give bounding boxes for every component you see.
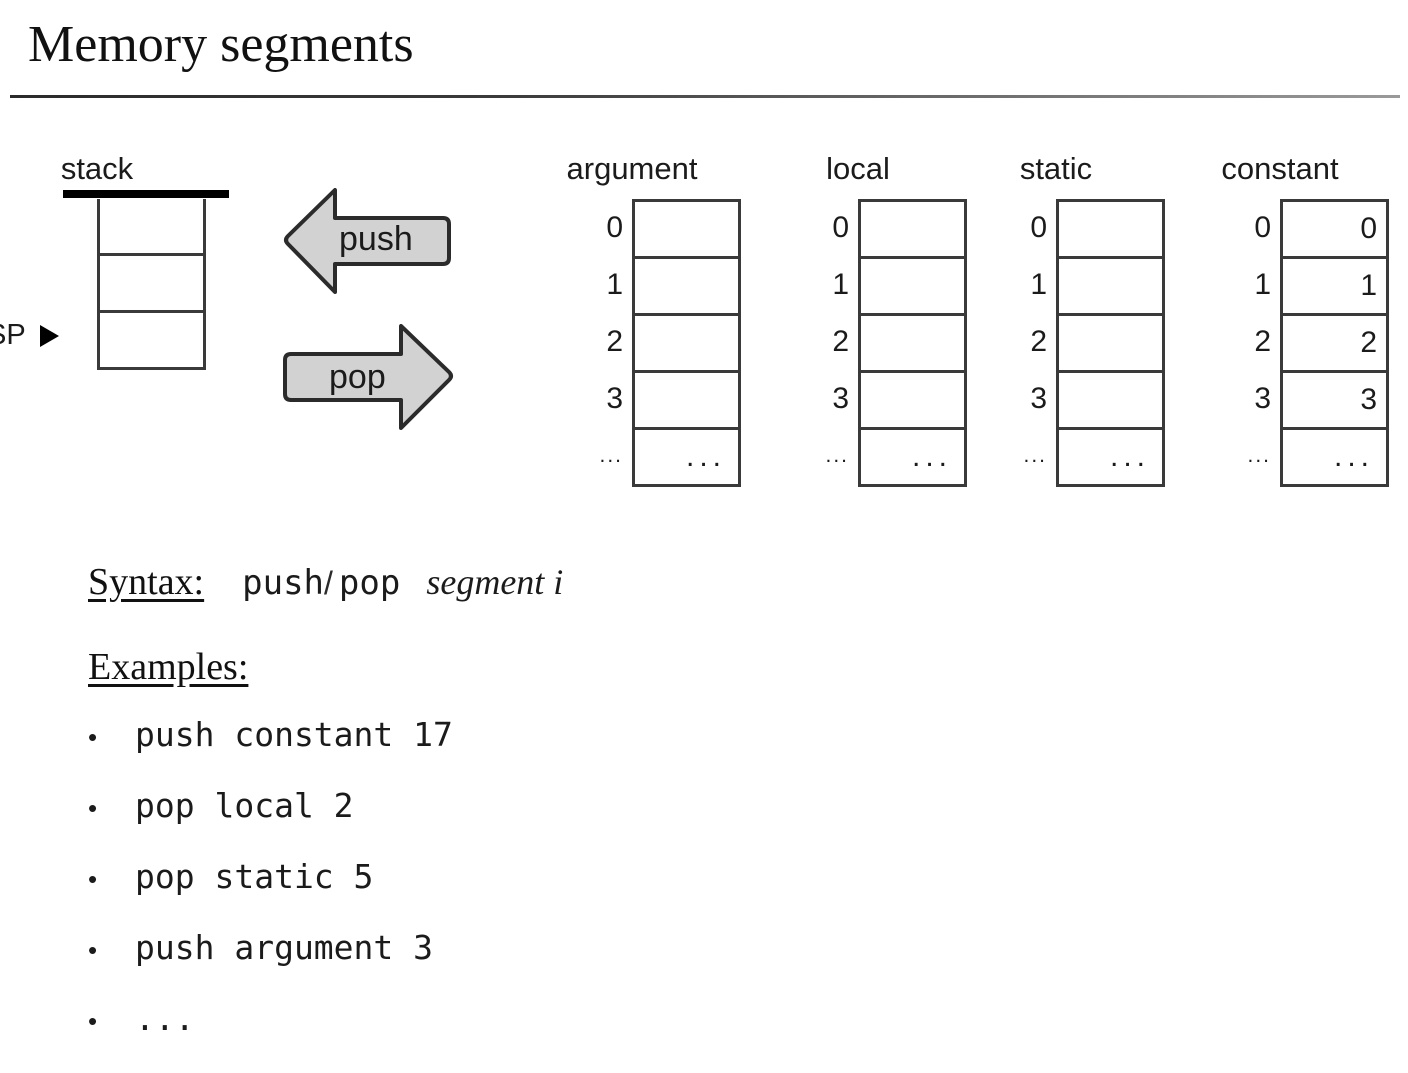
- bullet-icon: •: [88, 864, 98, 894]
- example-code: pop local 2: [135, 786, 354, 825]
- segment-cell: [635, 373, 738, 430]
- example-code: pop static 5: [135, 857, 374, 896]
- pop-arrow-shape: pop: [281, 324, 455, 432]
- title-divider: [10, 95, 1400, 98]
- syntax-label: Syntax:: [88, 561, 205, 603]
- list-item: • push constant 17: [88, 718, 453, 789]
- index-label: ...: [1023, 444, 1047, 467]
- page-title: Memory segments: [28, 16, 414, 73]
- right-triangle-arrow-icon: [39, 324, 59, 347]
- index-label: 2: [832, 324, 849, 358]
- index-label: 3: [1030, 381, 1047, 415]
- cell-value: ...: [1333, 440, 1374, 473]
- index-label: 2: [606, 324, 623, 358]
- syntax-line: Syntax: push / pop segment i: [88, 560, 563, 604]
- index-label: 0: [1030, 210, 1047, 244]
- stack-label: stack: [60, 151, 134, 186]
- segment-argument-cells: ...: [632, 199, 741, 487]
- index-label: 1: [1030, 267, 1047, 301]
- stack-cell: [100, 313, 203, 367]
- segment-cell: [1059, 373, 1162, 430]
- index-label: 1: [832, 267, 849, 301]
- cell-value: ...: [911, 440, 952, 473]
- push-arrow-label: push: [339, 220, 413, 258]
- stack-cells: [97, 199, 206, 370]
- segment-cell: ...: [635, 430, 738, 484]
- index-label: 0: [832, 210, 849, 244]
- segment-static-indices: 0 1 2 3 ...: [1009, 199, 1047, 488]
- cell-value: 1: [1360, 269, 1377, 302]
- syntax-separator: /: [324, 565, 333, 601]
- segment-constant-indices: 0 1 2 3 ...: [1233, 199, 1271, 488]
- list-item: • ...: [88, 1002, 453, 1073]
- cell-value: 2: [1360, 326, 1377, 359]
- stack-top-boundary-bar: [63, 190, 229, 198]
- index-label: 2: [1254, 324, 1271, 358]
- segment-cell: ...: [1059, 430, 1162, 484]
- segment-cell: [861, 202, 964, 259]
- index-label: 0: [606, 210, 623, 244]
- index-label: 3: [606, 381, 623, 415]
- pop-arrow-label: pop: [329, 358, 386, 396]
- segment-local-label: local: [826, 151, 890, 186]
- cell-value: 3: [1360, 383, 1377, 416]
- segment-static-label: static: [1019, 151, 1093, 186]
- push-arrow-shape: push: [283, 188, 451, 294]
- index-label: ...: [825, 444, 849, 467]
- examples-list: • push constant 17 • pop local 2 • pop s…: [88, 718, 453, 1073]
- segment-cell: [1059, 202, 1162, 259]
- segment-cell: [635, 202, 738, 259]
- example-code: push argument 3: [135, 928, 434, 967]
- stack-cell: [100, 256, 203, 313]
- stack-cell: [100, 199, 203, 256]
- segment-cell: [861, 373, 964, 430]
- cell-value: ...: [685, 440, 726, 473]
- segment-cell: [1059, 316, 1162, 373]
- example-code: ...: [135, 999, 195, 1038]
- segment-cell: 3: [1283, 373, 1386, 430]
- segment-cell: ...: [861, 430, 964, 484]
- segment-argument-indices: 0 1 2 3 ...: [585, 199, 623, 488]
- segment-cell: [861, 316, 964, 373]
- segment-local-cells: ...: [858, 199, 967, 487]
- index-label: ...: [599, 444, 623, 467]
- segment-local-indices: 0 1 2 3 ...: [811, 199, 849, 488]
- cell-value: 0: [1360, 212, 1377, 245]
- index-label: 0: [1254, 210, 1271, 244]
- index-label: 1: [606, 267, 623, 301]
- list-item: • pop local 2: [88, 789, 453, 860]
- bullet-icon: •: [88, 722, 98, 752]
- index-label: 1: [1254, 267, 1271, 301]
- bullet-icon: •: [88, 935, 98, 965]
- stack-pointer-label: SP: [0, 319, 26, 351]
- index-label: 3: [832, 381, 849, 415]
- list-item: • pop static 5: [88, 860, 453, 931]
- segment-constant-cells: 0 1 2 3 ...: [1280, 199, 1389, 487]
- segment-cell: ...: [1283, 430, 1386, 484]
- example-code: push constant 17: [135, 715, 453, 754]
- syntax-command: push: [242, 563, 325, 603]
- index-label: ...: [1247, 444, 1271, 467]
- segment-cell: 1: [1283, 259, 1386, 316]
- syntax-command-alt: pop: [338, 563, 401, 603]
- segment-cell: [1059, 259, 1162, 316]
- cell-value: ...: [1109, 440, 1150, 473]
- list-item: • push argument 3: [88, 931, 453, 1002]
- stack-pointer: SP: [0, 321, 59, 350]
- segment-constant-label: constant: [1221, 151, 1339, 186]
- segment-argument-label: argument: [566, 151, 698, 186]
- syntax-operand: segment i: [426, 562, 564, 602]
- bullet-icon: •: [88, 1006, 98, 1036]
- examples-label: Examples:: [88, 646, 249, 688]
- bullet-icon: •: [88, 793, 98, 823]
- segment-static-cells: ...: [1056, 199, 1165, 487]
- segment-cell: 0: [1283, 202, 1386, 259]
- index-label: 2: [1030, 324, 1047, 358]
- segment-cell: [635, 316, 738, 373]
- segment-cell: [861, 259, 964, 316]
- segment-cell: [635, 259, 738, 316]
- index-label: 3: [1254, 381, 1271, 415]
- segment-cell: 2: [1283, 316, 1386, 373]
